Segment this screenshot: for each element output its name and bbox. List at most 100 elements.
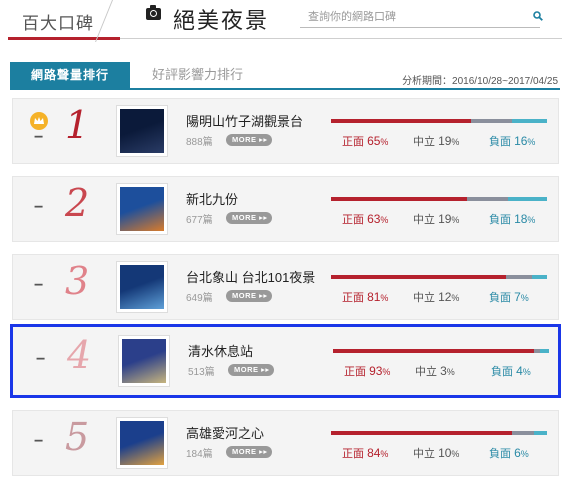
place-name[interactable]: 清水休息站 — [188, 341, 253, 360]
rank-change-indicator: − — [34, 199, 44, 216]
place-name[interactable]: 高雄愛河之心 — [186, 423, 264, 442]
brand-underline — [8, 37, 120, 40]
rank-number: 3 — [65, 259, 90, 303]
rank-change-indicator: − — [34, 277, 44, 294]
ranking-row[interactable]: − 3 台北象山 台北101夜景 649篇 MORE ▸▸ 正面 81% 中立 … — [12, 254, 559, 320]
more-label: MORE — [234, 365, 259, 374]
place-thumbnail[interactable] — [116, 261, 168, 313]
negative-percent: 16 — [514, 134, 528, 148]
more-label: MORE — [232, 447, 257, 456]
ranking-row[interactable]: − 1 陽明山竹子湖觀景台 888篇 MORE ▸▸ 正面 65% 中立 19%… — [12, 98, 559, 164]
negative-percent: 4 — [516, 364, 523, 378]
positive-stat: 正面 81% — [342, 290, 389, 304]
negative-segment — [512, 119, 547, 123]
positive-stat: 正面 84% — [342, 446, 389, 460]
neutral-percent: 10 — [438, 446, 452, 460]
rank-number: 4 — [67, 333, 92, 377]
rank-number: 2 — [65, 181, 90, 225]
neutral-percent: 19 — [438, 134, 452, 148]
header-divider — [95, 0, 113, 42]
more-label: MORE — [232, 291, 257, 300]
neutral-stat: 中立 10% — [413, 446, 460, 460]
neutral-stat: 中立 3% — [415, 364, 455, 378]
ranking-row[interactable]: − 2 新北九份 677篇 MORE ▸▸ 正面 63% 中立 19% 負面 1… — [12, 176, 559, 242]
brand-link[interactable]: 百大口碑 — [22, 9, 94, 34]
post-count: 649篇 — [186, 293, 213, 304]
more-label: MORE — [232, 213, 257, 222]
place-thumbnail[interactable] — [118, 335, 170, 387]
rank-change-indicator: − — [34, 129, 44, 146]
post-count: 677篇 — [186, 215, 213, 226]
search-input[interactable] — [300, 6, 540, 28]
neutral-segment — [467, 197, 509, 201]
neutral-percent: 19 — [438, 212, 452, 226]
rank-change-indicator: − — [36, 351, 46, 368]
place-thumbnail[interactable] — [116, 105, 168, 157]
negative-segment — [534, 431, 547, 435]
positive-stat: 正面 93% — [344, 364, 391, 378]
positive-segment — [331, 197, 468, 201]
header: 百大口碑 絕美夜景 — [0, 0, 570, 42]
tab-volume-ranking[interactable]: 網路聲量排行 — [10, 62, 130, 88]
place-name[interactable]: 新北九份 — [186, 189, 238, 208]
rank-change-indicator: − — [34, 433, 44, 450]
positive-segment — [331, 119, 472, 123]
ranking-row[interactable]: − 5 高雄愛河之心 184篇 MORE ▸▸ 正面 84% 中立 10% 負面… — [12, 410, 559, 476]
positive-stat: 正面 65% — [342, 134, 389, 148]
rank-number: 1 — [65, 103, 90, 147]
place-thumbnail[interactable] — [116, 417, 168, 469]
more-button[interactable]: MORE ▸▸ — [226, 134, 272, 146]
positive-segment — [331, 275, 506, 279]
analysis-period: 分析期間：2016/10/28~2017/04/25 — [402, 76, 558, 87]
negative-segment — [508, 197, 547, 201]
positive-percent: 63 — [367, 212, 381, 226]
rank-number: 5 — [65, 415, 90, 459]
sentiment-bar — [331, 197, 547, 201]
tab-influence-ranking[interactable]: 好評影響力排行 — [152, 64, 243, 83]
place-thumbnail[interactable] — [116, 183, 168, 235]
negative-stat: 負面 16% — [489, 134, 536, 148]
ranking-row[interactable]: − 4 清水休息站 513篇 MORE ▸▸ 正面 93% 中立 3% 負面 4… — [10, 324, 561, 398]
positive-percent: 93 — [369, 364, 383, 378]
place-name[interactable]: 台北象山 台北101夜景 — [186, 267, 315, 286]
more-button[interactable]: MORE ▸▸ — [226, 290, 272, 302]
crown-icon — [30, 112, 48, 130]
positive-percent: 81 — [367, 290, 381, 304]
neutral-segment — [505, 275, 532, 279]
page-title: 絕美夜景 — [173, 8, 270, 33]
positive-segment — [331, 431, 513, 435]
sentiment-bar — [333, 349, 549, 353]
tab-underline — [10, 88, 560, 90]
neutral-percent: 3 — [440, 364, 447, 378]
positive-segment — [333, 349, 534, 353]
more-button[interactable]: MORE ▸▸ — [228, 364, 274, 376]
post-count: 184篇 — [186, 449, 213, 460]
camera-icon — [146, 5, 161, 20]
post-count: 513篇 — [188, 367, 215, 378]
sentiment-bar — [331, 431, 547, 435]
neutral-stat: 中立 12% — [413, 290, 460, 304]
more-button[interactable]: MORE ▸▸ — [226, 446, 272, 458]
search-icon[interactable] — [533, 11, 543, 21]
more-label: MORE — [232, 135, 257, 144]
neutral-segment — [471, 119, 513, 123]
positive-percent: 65 — [367, 134, 381, 148]
negative-stat: 負面 18% — [489, 212, 536, 226]
negative-segment — [540, 349, 549, 353]
negative-stat: 負面 4% — [491, 364, 531, 378]
negative-percent: 7 — [514, 290, 521, 304]
header-rule — [120, 38, 562, 39]
positive-stat: 正面 63% — [342, 212, 389, 226]
sentiment-bar — [331, 275, 547, 279]
place-name[interactable]: 陽明山竹子湖觀景台 — [186, 111, 303, 130]
negative-percent: 6 — [514, 446, 521, 460]
neutral-percent: 12 — [438, 290, 452, 304]
post-count: 888篇 — [186, 137, 213, 148]
neutral-stat: 中立 19% — [413, 134, 460, 148]
positive-percent: 84 — [367, 446, 381, 460]
negative-stat: 負面 6% — [489, 446, 529, 460]
neutral-segment — [512, 431, 535, 435]
more-button[interactable]: MORE ▸▸ — [226, 212, 272, 224]
negative-stat: 負面 7% — [489, 290, 529, 304]
negative-segment — [531, 275, 547, 279]
